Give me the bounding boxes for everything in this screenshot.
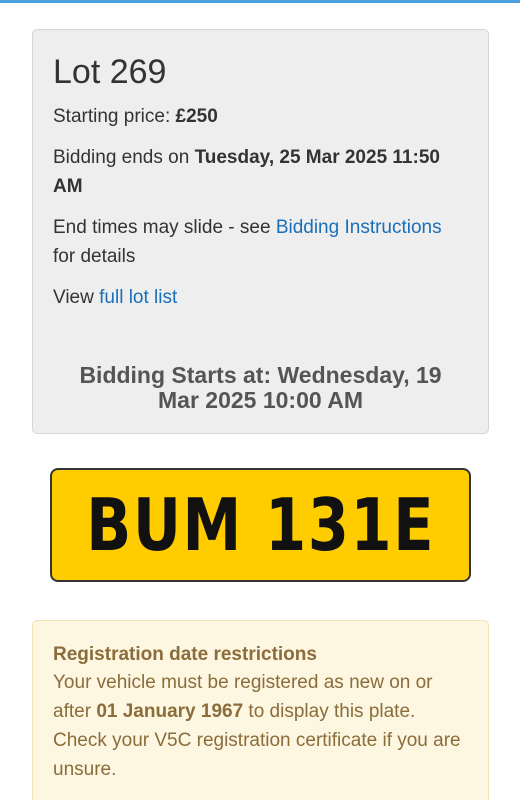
starting-price: Starting price: £250 <box>53 102 468 131</box>
plate-registration: BUM 131E <box>86 483 435 567</box>
top-accent-bar <box>0 0 520 3</box>
bidding-ends-label: Bidding ends on <box>53 147 195 168</box>
lot-info-card: Lot 269 Starting price: £250 Bidding end… <box>32 29 489 434</box>
registration-restrictions-alert: Registration date restrictions Your vehi… <box>32 620 489 800</box>
bidding-instructions-link[interactable]: Bidding Instructions <box>276 217 442 238</box>
full-lot-list-link[interactable]: full lot list <box>99 287 177 308</box>
view-lot-list: View full lot list <box>53 283 468 312</box>
restrictions-text: Your vehicle must be registered as new o… <box>53 668 468 784</box>
restrictions-date: 01 January 1967 <box>96 701 244 722</box>
starting-price-value: £250 <box>175 106 218 127</box>
starting-price-label: Starting price: <box>53 106 176 127</box>
bidding-ends: Bidding ends on Tuesday, 25 Mar 2025 11:… <box>53 143 468 201</box>
end-times-prefix: End times may slide - see <box>53 217 276 238</box>
lot-title: Lot 269 <box>53 53 167 91</box>
end-times-note: End times may slide - see Bidding Instru… <box>53 213 468 271</box>
bidding-starts: Bidding Starts at: Wednesday, 19 Mar 202… <box>79 362 442 413</box>
number-plate: BUM 131E <box>50 468 471 582</box>
view-prefix: View <box>53 287 100 308</box>
end-times-suffix: for details <box>53 246 136 267</box>
restrictions-heading: Registration date restrictions <box>53 644 317 665</box>
